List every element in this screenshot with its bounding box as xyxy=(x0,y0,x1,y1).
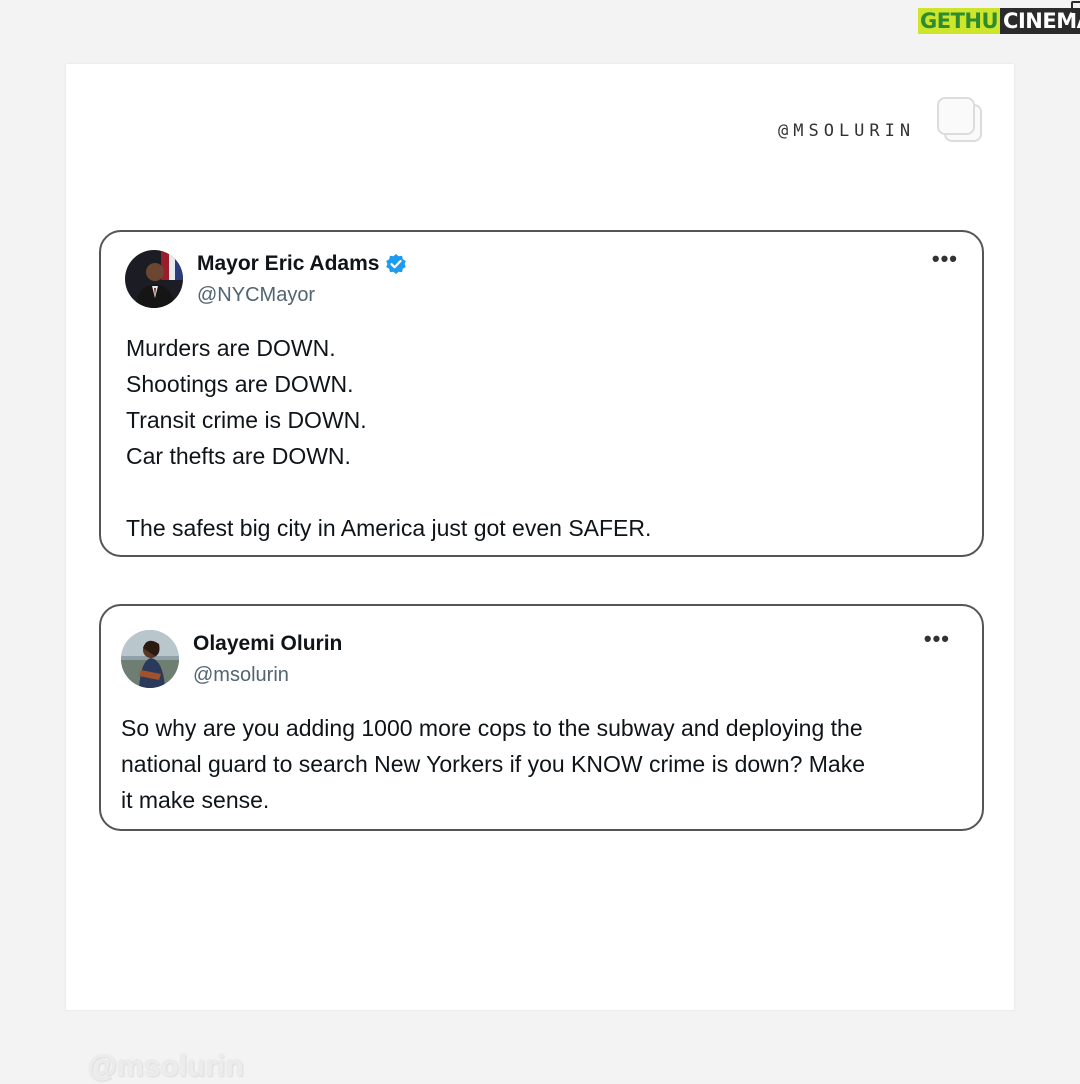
tweet-text: Murders are DOWN. Shootings are DOWN. Tr… xyxy=(126,330,651,546)
author-handle[interactable]: @NYCMayor xyxy=(197,284,315,307)
author-name[interactable]: Olayemi Olurin xyxy=(193,632,342,656)
gethu-cinema-logo: GETHU CINEMA xyxy=(918,1,1080,38)
logo-part-gethu: GETHU xyxy=(918,8,1001,34)
tweet-line: national guard to search New Yorkers if … xyxy=(121,751,865,777)
film-reel-icon xyxy=(1071,1,1080,13)
tweet-line: So why are you adding 1000 more cops to … xyxy=(121,715,863,741)
tweet-line: Murders are DOWN. xyxy=(126,335,336,361)
tweet-line: it make sense. xyxy=(121,787,270,813)
tweet-line: Shootings are DOWN. xyxy=(126,371,354,397)
tweet-olurin[interactable]: Olayemi Olurin @msolurin ••• So why are … xyxy=(99,604,984,831)
avatar[interactable] xyxy=(125,250,183,308)
tweet-mayor[interactable]: Mayor Eric Adams @NYCMayor ••• Murders a… xyxy=(99,230,984,557)
watermark-top: @MSOLURIN xyxy=(778,121,916,141)
author-row: Mayor Eric Adams xyxy=(197,252,407,276)
more-horizontal-icon[interactable]: ••• xyxy=(924,626,950,652)
author-name[interactable]: Mayor Eric Adams xyxy=(197,252,379,276)
author-row: Olayemi Olurin xyxy=(193,632,342,656)
watermark-bottom: @msolurin xyxy=(88,1050,244,1083)
tweet-line: Car thefts are DOWN. xyxy=(126,443,351,469)
author-handle[interactable]: @msolurin xyxy=(193,664,289,687)
verified-badge-icon xyxy=(386,254,407,274)
multiple-images-icon[interactable] xyxy=(936,96,982,142)
tweet-line: Transit crime is DOWN. xyxy=(126,407,367,433)
tweet-line: The safest big city in America just got … xyxy=(126,515,652,541)
avatar[interactable] xyxy=(121,630,179,688)
logo-part-cinema: CINEMA xyxy=(1000,8,1080,34)
tweet-text: So why are you adding 1000 more cops to … xyxy=(121,710,956,818)
more-horizontal-icon[interactable]: ••• xyxy=(932,246,958,272)
